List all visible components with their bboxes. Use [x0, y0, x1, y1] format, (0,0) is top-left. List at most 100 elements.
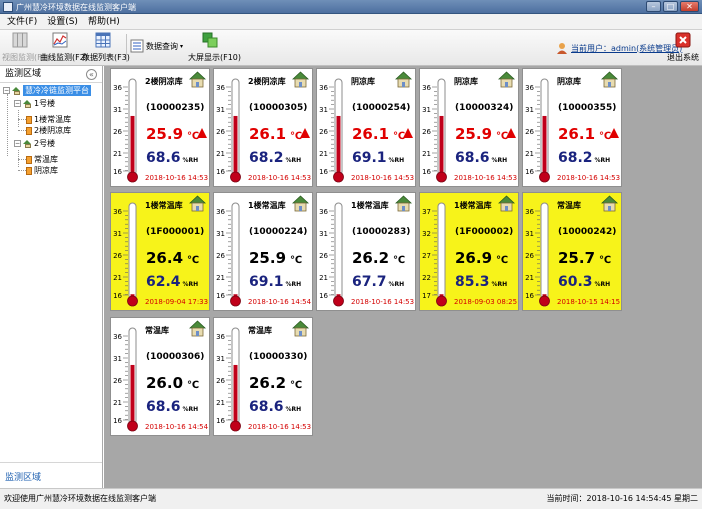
menu-file[interactable]: 文件(F) — [4, 14, 40, 29]
humidity-unit: %RH — [182, 157, 199, 164]
location-name: 阴凉库 — [557, 77, 581, 86]
scale-label: 16 — [525, 292, 534, 300]
humidity-value: 69.1 %RH — [352, 150, 405, 166]
scale-label: 31 — [422, 106, 431, 114]
user-icon — [557, 43, 567, 54]
curve-chart-icon — [52, 32, 68, 48]
humidity-value: 68.6 %RH — [146, 150, 199, 166]
big-screen-label: 大屏显示(F10) — [188, 53, 242, 62]
scale-label: 21 — [422, 150, 431, 158]
maximize-button[interactable]: □ — [663, 1, 678, 12]
current-user[interactable]: 当前用户：admin(系统管理员) — [556, 42, 682, 54]
big-screen-button[interactable]: 大屏显示(F10) — [188, 32, 242, 63]
data-query-button[interactable]: 数据查询 ▾ — [130, 39, 184, 53]
menu-settings[interactable]: 设置(S) — [44, 14, 81, 29]
scale-label: 26 — [216, 377, 225, 385]
sensor-card[interactable]: 36 31 26 21 16 阴凉库 (10000254) 26.1 ℃ 69.1 %RH 2018-… — [316, 68, 416, 187]
thermometer-icon: 36 31 26 21 16 — [422, 78, 447, 183]
scale-label: 32 — [422, 230, 431, 238]
scale-label: 31 — [319, 230, 328, 238]
curve-monitor-button[interactable]: 曲线监测(F2) — [40, 32, 88, 63]
scale-label: 21 — [525, 150, 534, 158]
tree-group-building-1[interactable]: −1号楼 — [14, 98, 55, 109]
scale-label: 21 — [113, 399, 122, 407]
sensor-card[interactable]: 36 31 26 21 16 常温库 (10000242) 25.7 ℃ 60.3 %RH 2018-… — [522, 192, 622, 311]
view-monitor-label: 视图监测(F1) — [2, 53, 50, 62]
house-icon — [600, 195, 619, 212]
current-user-label: 当前用户：admin(系统管理员) — [571, 43, 683, 53]
sensor-card[interactable]: 36 31 26 21 16 常温库 (10000306) 26.0 ℃ 68.6 %RH 2018-… — [110, 317, 210, 436]
collapse-sidebar-icon[interactable]: « — [86, 69, 97, 80]
reading-time: 2018-09-03 08:25 — [454, 298, 518, 306]
house-icon — [291, 195, 310, 212]
temperature-value: 26.1 ℃ — [249, 125, 303, 143]
temperature-unit: ℃ — [599, 255, 612, 266]
house-icon — [497, 71, 516, 88]
collapse-toggle-icon[interactable]: − — [14, 140, 21, 147]
scale-label: 21 — [113, 150, 122, 158]
sensor-card[interactable]: 36 31 26 21 16 2楼阴凉库 (10000235) 25.9 ℃ 68.6 %RH 201… — [110, 68, 210, 187]
temperature-value: 25.9 ℃ — [249, 249, 303, 267]
sensor-card[interactable]: 36 31 26 21 16 2楼阴凉库 (10000305) 26.1 ℃ 68.2 %RH 201… — [213, 68, 313, 187]
sensor-card[interactable]: 36 31 26 21 16 阴凉库 (10000355) 26.1 ℃ 68.2 %RH 2018-… — [522, 68, 622, 187]
tree-item-cool[interactable]: 阴凉库 — [26, 165, 58, 176]
house-icon — [497, 195, 516, 212]
thermometer-icon: 36 31 26 21 16 — [319, 78, 344, 183]
sensor-card[interactable]: 36 31 26 21 16 阴凉库 (10000324) 25.9 ℃ 68.6 %RH 2018-… — [419, 68, 519, 187]
scale-label: 36 — [113, 84, 122, 92]
scale-label: 36 — [422, 84, 431, 92]
scale-label: 26 — [319, 252, 328, 260]
alarm-triangle-icon — [403, 128, 413, 138]
reading-time: 2018-10-16 14:53 — [145, 174, 209, 182]
device-id: (10000283) — [352, 227, 411, 237]
sensor-card[interactable]: 36 31 26 21 16 1楼常温库 (10000283) 26.2 ℃ 67.7 %RH 201… — [316, 192, 416, 311]
thermometer-icon: 36 31 26 21 16 — [113, 202, 138, 307]
curve-monitor-label: 曲线监测(F2) — [40, 53, 88, 62]
tree-item-2f-cool[interactable]: 2楼阴凉库 — [26, 125, 71, 136]
tree-root[interactable]: − 慧冷冷链监测平台 — [3, 85, 91, 96]
collapse-toggle-icon[interactable]: − — [14, 100, 21, 107]
alarm-triangle-icon — [609, 128, 619, 138]
location-name: 常温库 — [145, 326, 169, 335]
tree-group-building-2[interactable]: −2号楼 — [14, 138, 55, 149]
temperature-value: 25.7 ℃ — [558, 249, 612, 267]
scale-label: 26 — [319, 128, 328, 136]
menu-help[interactable]: 帮助(H) — [85, 14, 123, 29]
sensor-card[interactable]: 36 31 26 21 16 1楼常温库 (10000224) 25.9 ℃ 69.1 %RH 201… — [213, 192, 313, 311]
welcome-text: 欢迎使用广州慧冷环境数据在线监测客户端 — [4, 494, 156, 503]
temperature-value: 26.2 ℃ — [352, 249, 406, 267]
data-query-label: 数据查询 — [146, 41, 178, 51]
chevron-down-icon: ▾ — [180, 42, 184, 50]
reading-time: 2018-10-16 14:53 — [557, 174, 621, 182]
sensor-card[interactable]: 36 31 26 21 16 1楼常温库 (1F000001) 26.4 ℃ 62.4 %RH 201… — [110, 192, 210, 311]
reading-time: 2018-10-16 14:53 — [351, 298, 415, 306]
close-window-button[interactable]: ✕ — [680, 1, 699, 12]
location-name: 1楼常温库 — [454, 201, 492, 210]
sensor-card[interactable]: 37 32 27 22 17 1楼常温库 (1F000002) 26.9 ℃ 85.3 %RH 201… — [419, 192, 519, 311]
scale-label: 16 — [216, 168, 225, 176]
temperature-unit: ℃ — [393, 255, 406, 266]
humidity-unit: %RH — [491, 157, 508, 164]
minimize-button[interactable]: – — [646, 1, 661, 12]
scale-label: 31 — [216, 106, 225, 114]
scale-label: 36 — [319, 208, 328, 216]
sensor-card[interactable]: 36 31 26 21 16 常温库 (10000330) 26.2 ℃ 68.6 %RH 2018-… — [213, 317, 313, 436]
storage-icon — [26, 115, 32, 124]
tree-item-1f-normal-temp[interactable]: 1楼常温库 — [26, 114, 71, 125]
tree-item-normal-temp[interactable]: 常温库 — [26, 154, 58, 165]
view-monitor-button[interactable]: 视图监测(F1) — [2, 32, 50, 63]
humidity-unit: %RH — [182, 406, 199, 413]
sidebar-footer-tab[interactable]: 监测区域 — [0, 462, 102, 488]
house-icon — [188, 195, 207, 212]
temperature-value: 26.1 ℃ — [352, 125, 406, 143]
data-list-button[interactable]: 数据列表(F3) — [82, 32, 130, 63]
window-title: 广州慧冷环境数据在线监测客户端 — [16, 3, 136, 12]
scale-label: 21 — [216, 150, 225, 158]
temperature-value: 26.2 ℃ — [249, 374, 303, 392]
exit-system-button[interactable]: 退出系统 — [667, 32, 699, 63]
scale-label: 21 — [525, 274, 534, 282]
scale-label: 26 — [525, 128, 534, 136]
humidity-value: 68.6 %RH — [249, 399, 302, 415]
temperature-value: 26.0 ℃ — [146, 374, 200, 392]
collapse-toggle-icon[interactable]: − — [3, 87, 10, 94]
